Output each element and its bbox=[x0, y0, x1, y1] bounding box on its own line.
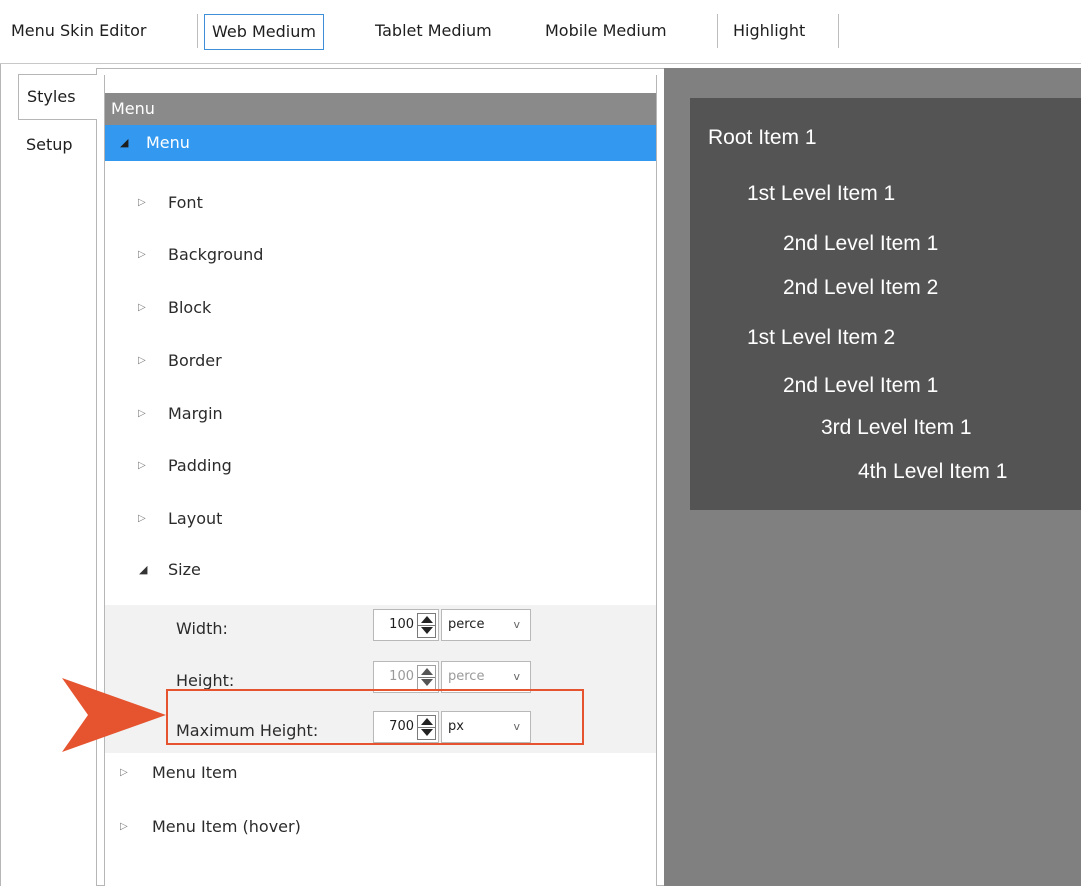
collapsed-triangle-icon[interactable]: ▷ bbox=[138, 290, 146, 326]
height-unit-value: perce bbox=[448, 669, 485, 684]
collapsed-triangle-icon[interactable]: ▷ bbox=[138, 185, 146, 221]
tree-item-block[interactable]: ▷ Block bbox=[105, 290, 656, 326]
side-tab-setup[interactable]: Setup bbox=[18, 123, 97, 169]
height-value[interactable]: 100 bbox=[389, 662, 414, 692]
tree-item-border[interactable]: ▷ Border bbox=[105, 343, 656, 379]
tree-item-label: Margin bbox=[168, 404, 223, 423]
width-unit-value: perce bbox=[448, 617, 485, 632]
tree-item-menu[interactable]: ◢ Menu bbox=[105, 125, 656, 161]
tab-separator bbox=[197, 14, 198, 48]
tree-item-label: Menu Item bbox=[152, 763, 238, 782]
tab-tablet-medium[interactable]: Tablet Medium bbox=[368, 14, 499, 50]
collapsed-triangle-icon[interactable]: ▷ bbox=[138, 448, 146, 484]
collapsed-triangle-icon[interactable]: ▷ bbox=[138, 396, 146, 432]
collapsed-triangle-icon[interactable]: ▷ bbox=[138, 501, 146, 537]
editor-tab-strip: Menu Skin Editor Web Medium Tablet Mediu… bbox=[0, 0, 1081, 64]
tree-item-menu-item-hover[interactable]: ▷ Menu Item (hover) bbox=[105, 809, 656, 845]
maximum-height-highlight bbox=[166, 689, 584, 745]
tree-item-label: Font bbox=[168, 193, 203, 212]
width-unit-select[interactable]: perce v bbox=[441, 609, 531, 641]
width-value[interactable]: 100 bbox=[389, 610, 414, 640]
preview-menu: Root Item 1 1st Level Item 1 2nd Level I… bbox=[690, 98, 1081, 510]
preview-item-level2-2: 2nd Level Item 2 bbox=[783, 276, 939, 299]
tree-item-background[interactable]: ▷ Background bbox=[105, 237, 656, 273]
side-tab-styles[interactable]: Styles bbox=[18, 74, 97, 120]
tree-item-label: Border bbox=[168, 351, 222, 370]
tree-item-label: Menu bbox=[146, 133, 190, 152]
tree-item-size[interactable]: ◢ Size bbox=[105, 552, 656, 588]
tree-item-font[interactable]: ▷ Font bbox=[105, 185, 656, 221]
expanded-triangle-icon[interactable]: ◢ bbox=[139, 552, 147, 588]
tree-item-layout[interactable]: ▷ Layout bbox=[105, 501, 656, 537]
tree-item-label: Padding bbox=[168, 456, 232, 475]
tree-item-label: Size bbox=[168, 560, 201, 579]
preview-item-level3-1: 3rd Level Item 1 bbox=[821, 416, 972, 439]
style-tree: Menu ◢ Menu ▷ Font ▷ Background ▷ Block … bbox=[104, 75, 657, 886]
width-stepper[interactable]: 100 bbox=[373, 609, 439, 641]
preview-item-level1-2: 1st Level Item 2 bbox=[747, 326, 896, 349]
collapsed-triangle-icon[interactable]: ▷ bbox=[120, 755, 128, 791]
preview-item-level2-3: 2nd Level Item 1 bbox=[783, 374, 939, 397]
tree-item-padding[interactable]: ▷ Padding bbox=[105, 448, 656, 484]
tab-menu-skin-editor[interactable]: Menu Skin Editor bbox=[4, 14, 153, 50]
tree-item-label: Layout bbox=[168, 509, 223, 528]
expanded-triangle-icon[interactable]: ◢ bbox=[120, 125, 128, 161]
style-tree-panel: Menu ◢ Menu ▷ Font ▷ Background ▷ Block … bbox=[96, 68, 664, 886]
preview-item-root-1: Root Item 1 bbox=[708, 126, 817, 149]
tree-item-label: Background bbox=[168, 245, 264, 264]
arrow-pointer-icon bbox=[62, 678, 166, 752]
tree-item-label: Block bbox=[168, 298, 212, 317]
chevron-down-icon: v bbox=[513, 670, 520, 683]
menu-preview: Root Item 1 1st Level Item 1 2nd Level I… bbox=[664, 68, 1081, 886]
collapsed-triangle-icon[interactable]: ▷ bbox=[120, 809, 128, 845]
tab-highlight[interactable]: Highlight bbox=[726, 14, 812, 50]
preview-item-level1-1: 1st Level Item 1 bbox=[747, 182, 896, 205]
preview-item-level2-1: 2nd Level Item 1 bbox=[783, 232, 939, 255]
spin-arrows-icon[interactable] bbox=[417, 613, 436, 638]
tree-item-label: Menu Item (hover) bbox=[152, 817, 301, 836]
tab-separator bbox=[717, 14, 718, 48]
spin-arrows-icon[interactable] bbox=[417, 665, 436, 690]
chevron-down-icon: v bbox=[513, 618, 520, 631]
collapsed-triangle-icon[interactable]: ▷ bbox=[138, 237, 146, 273]
collapsed-triangle-icon[interactable]: ▷ bbox=[138, 343, 146, 379]
tab-mobile-medium[interactable]: Mobile Medium bbox=[538, 14, 674, 50]
panel-header: Menu bbox=[105, 93, 656, 125]
tab-separator bbox=[838, 14, 839, 48]
tab-web-medium[interactable]: Web Medium bbox=[204, 14, 324, 50]
preview-item-level4-1: 4th Level Item 1 bbox=[858, 460, 1008, 483]
tree-item-margin[interactable]: ▷ Margin bbox=[105, 396, 656, 432]
width-label: Width: bbox=[176, 619, 228, 638]
tree-item-menu-item[interactable]: ▷ Menu Item bbox=[105, 755, 656, 791]
